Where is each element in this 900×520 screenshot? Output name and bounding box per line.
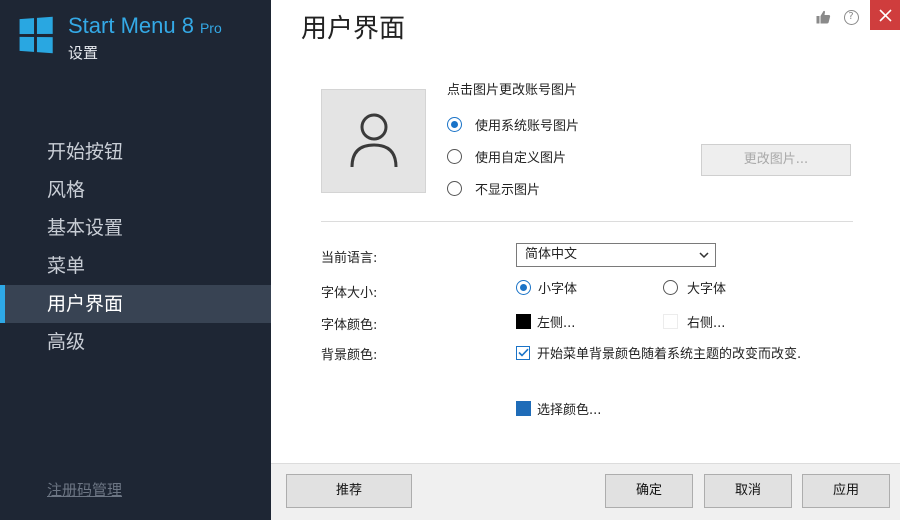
radio-label: 使用自定义图片	[475, 151, 567, 166]
radio-button[interactable]	[447, 117, 462, 132]
sidebar-nav: 开始按钮 风格 基本设置 菜单 用户界面 高级	[0, 133, 271, 361]
left-color-picker[interactable]: 左侧...	[516, 312, 575, 331]
chevron-down-icon	[699, 252, 709, 259]
radio-button[interactable]	[516, 280, 531, 295]
sidebar-item-advanced[interactable]: 高级	[0, 323, 271, 361]
choose-color-picker[interactable]: 选择颜色...	[516, 399, 601, 418]
check-icon	[517, 348, 529, 357]
radio-label: 使用系统账号图片	[475, 119, 580, 134]
ok-button[interactable]: 确定	[605, 474, 693, 508]
picture-hint: 点击图片更改账号图片	[447, 83, 578, 98]
radio-custom-picture[interactable]: 使用自定义图片	[447, 147, 566, 166]
apply-button[interactable]: 应用	[802, 474, 890, 508]
left-color-swatch[interactable]	[516, 314, 531, 329]
recommend-button[interactable]: 推荐	[286, 474, 412, 508]
checkbox[interactable]	[516, 345, 530, 360]
radio-small-font[interactable]: 小字体	[516, 278, 577, 297]
footer-bar: 推荐 确定 取消 应用	[271, 463, 900, 520]
radio-system-picture[interactable]: 使用系统账号图片	[447, 115, 579, 134]
user-avatar-icon	[350, 113, 397, 168]
left-color-label: 左侧...	[537, 316, 576, 331]
radio-large-font[interactable]: 大字体	[663, 278, 726, 297]
sidebar-item-user-interface[interactable]: 用户界面	[0, 285, 271, 323]
follow-theme-checkbox[interactable]: 开始菜单背景颜色随着系统主题的改变而改变.	[516, 343, 801, 362]
radio-button[interactable]	[447, 149, 462, 164]
background-color-swatch[interactable]	[516, 401, 531, 416]
sidebar-item-style[interactable]: 风格	[0, 171, 271, 209]
language-label: 当前语言:	[321, 251, 378, 266]
sidebar-item-menu[interactable]: 菜单	[0, 247, 271, 285]
brand: Start Menu 8 Pro 设置	[18, 14, 222, 63]
language-select[interactable]: 简体中文	[516, 243, 716, 267]
radio-button[interactable]	[447, 181, 462, 196]
right-color-label: 右侧...	[687, 316, 726, 331]
window-controls: ?	[812, 0, 900, 30]
cancel-button[interactable]: 取消	[704, 474, 792, 508]
help-icon[interactable]: ?	[840, 6, 862, 28]
change-picture-button[interactable]: 更改图片...	[701, 144, 851, 176]
app-subtitle: 设置	[68, 44, 99, 62]
thumbs-up-icon[interactable]	[812, 6, 834, 28]
language-value: 简体中文	[525, 247, 578, 262]
windows-logo-icon	[19, 16, 53, 54]
background-color-label: 背景颜色:	[321, 348, 378, 363]
sidebar: Start Menu 8 Pro 设置 开始按钮 风格 基本设置 菜单 用户界面 …	[0, 0, 271, 520]
radio-label: 小字体	[538, 282, 578, 297]
close-icon	[878, 8, 892, 22]
close-button[interactable]	[870, 0, 900, 30]
app-edition: Pro	[199, 20, 222, 36]
app-title: Start Menu 8 Pro	[68, 14, 222, 40]
registration-link[interactable]: 注册码管理	[47, 479, 122, 500]
sidebar-item-start-button[interactable]: 开始按钮	[0, 133, 271, 171]
main-panel: 用户界面 ? 点击图片更改账号图片 使用系统账号图片 使用自定义图片 不显示图片…	[271, 0, 900, 520]
page-title: 用户界面	[301, 14, 406, 44]
sidebar-item-basic-settings[interactable]: 基本设置	[0, 209, 271, 247]
radio-label: 不显示图片	[475, 183, 541, 198]
font-color-label: 字体颜色:	[321, 318, 378, 333]
app-name: Start Menu 8	[68, 13, 194, 38]
radio-label: 大字体	[687, 282, 727, 297]
right-color-picker[interactable]: 右侧...	[663, 312, 725, 331]
radio-button[interactable]	[663, 280, 678, 295]
font-size-label: 字体大小:	[321, 286, 378, 301]
account-picture[interactable]	[321, 89, 426, 193]
follow-theme-label: 开始菜单背景颜色随着系统主题的改变而改变.	[537, 347, 802, 362]
divider	[321, 221, 853, 222]
choose-color-label: 选择颜色...	[537, 403, 602, 418]
radio-no-picture[interactable]: 不显示图片	[447, 179, 540, 198]
right-color-swatch[interactable]	[663, 314, 678, 329]
